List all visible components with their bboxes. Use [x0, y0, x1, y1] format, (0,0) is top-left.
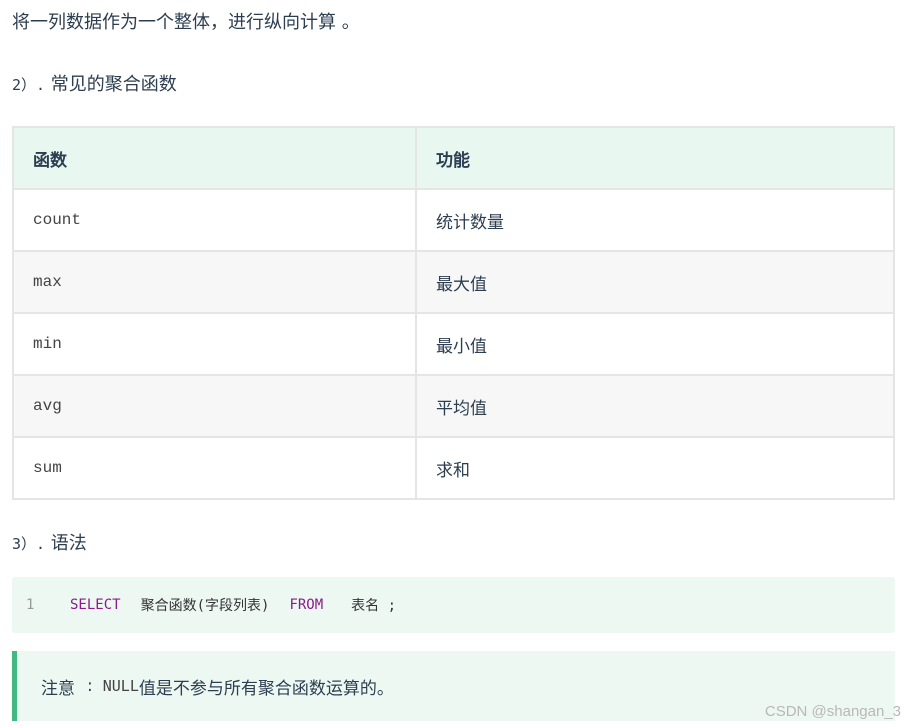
column-header-function: 函数 [12, 126, 417, 190]
aggregate-functions-table: 函数 功能 count 统计数量 max 最大值 min 最小值 avg 平均值… [12, 126, 895, 500]
note-label: 注意 [41, 678, 75, 699]
description-cell: 统计数量 [415, 188, 895, 252]
table-header-row: 函数 功能 [12, 126, 895, 190]
keyword-from: FROM [289, 597, 324, 613]
intro-text: 将一列数据作为一个整体，进行纵向计算 。 [12, 12, 360, 33]
table-row: sum 求和 [12, 436, 895, 500]
table-row: avg 平均值 [12, 374, 895, 438]
section-heading-aggregate: 2）. 常见的聚合函数 [12, 70, 177, 96]
line-number: 1 [26, 597, 35, 613]
table-row: min 最小值 [12, 312, 895, 376]
code-block[interactable]: 1 SELECT 聚合函数(字段列表) FROM 表名 ; [12, 577, 895, 633]
section-number: 3）. [12, 535, 46, 553]
table-row: max 最大值 [12, 250, 895, 314]
section-number: 2）. [12, 76, 46, 94]
note-null-word: NULL [102, 677, 139, 695]
section-title: 语法 [50, 533, 87, 554]
keyword-select: SELECT [70, 597, 121, 613]
watermark: CSDN @shangan_3 [764, 703, 901, 720]
note-colon: : [87, 676, 93, 696]
column-header-feature: 功能 [415, 126, 895, 190]
description-cell: 平均值 [415, 374, 895, 438]
description-cell: 最小值 [415, 312, 895, 376]
note-callout: 注意 : NULL 值是不参与所有聚合函数运算的。 [12, 651, 895, 721]
description-cell: 求和 [415, 436, 895, 500]
section-heading-syntax: 3）. 语法 [12, 529, 87, 555]
function-cell: count [12, 188, 417, 252]
section-title: 常见的聚合函数 [50, 74, 177, 95]
code-fragment: 表名 ; [351, 598, 397, 614]
function-cell: max [12, 250, 417, 314]
function-cell: sum [12, 436, 417, 500]
function-cell: avg [12, 374, 417, 438]
description-cell: 最大值 [415, 250, 895, 314]
note-text: 值是不参与所有聚合函数运算的。 [138, 678, 394, 699]
function-cell: min [12, 312, 417, 376]
code-fragment: 聚合函数(字段列表) [140, 598, 270, 614]
table-row: count 统计数量 [12, 188, 895, 252]
